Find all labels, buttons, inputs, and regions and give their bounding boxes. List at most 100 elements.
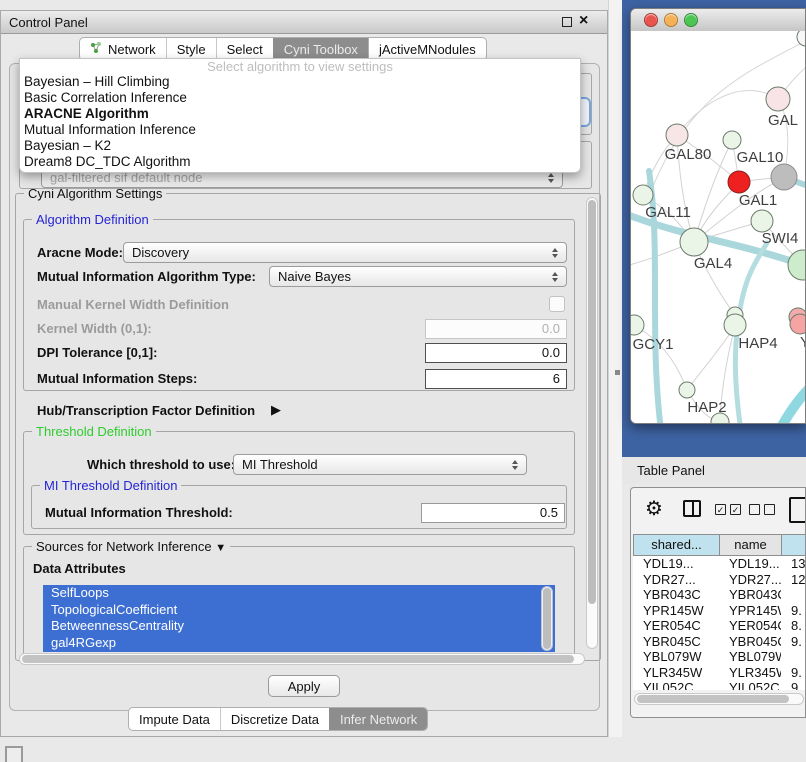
zoom-traffic-light-icon[interactable] — [684, 13, 698, 27]
minimize-traffic-light-icon[interactable] — [664, 13, 678, 27]
kernel-width-field[interactable]: 0.0 — [425, 319, 567, 339]
stepper-arrows-icon — [548, 173, 554, 183]
apply-button[interactable]: Apply — [268, 675, 340, 697]
settings-vscroll-thumb[interactable] — [588, 200, 596, 604]
tab-style[interactable]: Style — [166, 38, 216, 60]
tab-discretize-data[interactable]: Discretize Data — [220, 708, 329, 730]
close-icon[interactable]: × — [579, 12, 588, 30]
mi-threshold-field[interactable]: 0.5 — [421, 503, 565, 523]
tab-infer-network[interactable]: Infer Network — [329, 708, 427, 730]
sources-title-text: Sources for Network Inference — [36, 539, 212, 554]
mi-type-combo[interactable]: Naive Bayes — [269, 266, 567, 287]
node-label: GAL10 — [737, 149, 784, 166]
table-row[interactable]: YDL19...YDL19...13 — [633, 556, 806, 572]
tab-jactivemnodules[interactable]: jActiveMNodules — [368, 38, 486, 60]
dropdown-item[interactable]: ARACNE Algorithm — [20, 106, 580, 122]
network-node[interactable] — [631, 315, 644, 335]
algorithm-dropdown-list: Select algorithm to view settings Bayesi… — [19, 58, 581, 173]
table-cell: YLR345W — [719, 665, 781, 681]
network-node[interactable] — [666, 124, 688, 146]
node-label: GAL1 — [739, 192, 777, 209]
mi-threshold-label: Mutual Information Threshold: — [45, 505, 233, 520]
network-node[interactable] — [679, 382, 695, 398]
tab-cyni-toolbox[interactable]: Cyni Toolbox — [273, 38, 368, 60]
table-row[interactable]: YBR045CYBR045C9. — [633, 634, 806, 650]
network-canvas[interactable]: GALGAL80GAL10GAL1GAL11GAL4SWI4GCY1HAP4YH… — [631, 31, 806, 424]
dpi-tolerance-field[interactable]: 0.0 — [425, 343, 567, 363]
tab-network[interactable]: Network — [80, 38, 166, 60]
network-node[interactable] — [771, 164, 797, 190]
table-row[interactable]: YER054CYER054C8. — [633, 618, 806, 634]
attribute-item[interactable]: gal4RGexp — [43, 635, 555, 652]
attributes-scrollbar-thumb[interactable] — [543, 588, 551, 649]
tab-impute-data[interactable]: Impute Data — [129, 708, 220, 730]
network-node[interactable] — [788, 250, 806, 280]
column-header[interactable]: shared... — [634, 535, 720, 555]
network-edge[interactable] — [634, 325, 687, 390]
network-node[interactable] — [728, 171, 750, 193]
network-node[interactable] — [723, 131, 741, 149]
network-node[interactable] — [797, 31, 806, 46]
attributes-list-scrollbar[interactable] — [541, 586, 553, 651]
column-header[interactable]: name — [720, 535, 782, 555]
aracne-mode-value: Discovery — [132, 245, 546, 260]
threshold-definition-title: Threshold Definition — [32, 424, 156, 439]
table-row[interactable]: YDR27...YDR27...12 — [633, 572, 806, 588]
settings-vertical-scrollbar[interactable] — [586, 197, 598, 649]
dropdown-item[interactable]: Dream8 DC_TDC Algorithm — [20, 154, 580, 170]
attribute-item[interactable]: TopologicalCoefficient — [43, 602, 555, 619]
data-attributes-list[interactable]: SelfLoopsTopologicalCoefficientBetweenne… — [43, 585, 555, 652]
split-columns-icon[interactable] — [683, 500, 701, 517]
table-panel-header: Table Panel — [622, 457, 806, 484]
column-header[interactable] — [782, 535, 806, 555]
expand-right-icon[interactable]: ▶ — [271, 402, 281, 418]
network-node[interactable] — [633, 185, 653, 205]
table-row[interactable]: YIL052CYIL052C9 — [633, 680, 806, 690]
dropdown-item[interactable]: Basic Correlation Inference — [20, 90, 580, 106]
show-checked-columns-icon[interactable]: ✓✓ — [715, 504, 741, 515]
settings-hscroll-thumb[interactable] — [22, 655, 574, 663]
tab-label: Impute Data — [139, 712, 210, 727]
table-horizontal-scrollbar[interactable] — [634, 693, 804, 705]
float-window-icon[interactable] — [562, 17, 572, 27]
mi-threshold-group-title: MI Threshold Definition — [40, 478, 181, 493]
network-node[interactable] — [766, 87, 790, 111]
table-cell — [781, 649, 806, 665]
network-node[interactable] — [680, 228, 708, 256]
settings-horizontal-scrollbar[interactable] — [19, 653, 585, 665]
mi-steps-field[interactable]: 6 — [425, 369, 567, 389]
stepper-arrows-icon — [552, 272, 558, 282]
network-node[interactable] — [751, 210, 773, 232]
collapsed-panel-icon[interactable] — [5, 746, 23, 762]
hide-columns-icon[interactable] — [749, 504, 775, 515]
network-node[interactable] — [724, 314, 746, 336]
export-table-icon[interactable] — [789, 497, 806, 523]
dpi-tolerance-label: DPI Tolerance [0,1]: — [37, 345, 157, 360]
attribute-item[interactable]: BetweennessCentrality — [43, 618, 555, 635]
algorithm-definition-title: Algorithm Definition — [32, 212, 153, 227]
network-edge[interactable] — [677, 91, 778, 135]
table-row[interactable]: YBR043CYBR043C — [633, 587, 806, 603]
tab-select[interactable]: Select — [216, 38, 273, 60]
collapse-down-icon[interactable]: ▼ — [215, 542, 226, 554]
gear-icon[interactable]: ⚙ — [645, 496, 663, 521]
dropdown-item[interactable]: Mutual Information Inference — [20, 122, 580, 138]
table-row[interactable]: YLR345WYLR345W9. — [633, 665, 806, 681]
close-traffic-light-icon[interactable] — [644, 13, 658, 27]
table-row[interactable]: YBL079WYBL079W — [633, 649, 806, 665]
split-pane-divider[interactable] — [608, 0, 622, 737]
which-threshold-combo[interactable]: MI Threshold — [233, 454, 527, 475]
table-hscroll-thumb[interactable] — [637, 695, 789, 703]
divider-grip-icon[interactable] — [615, 370, 620, 375]
hub-definition-label: Hub/Transcription Factor Definition — [37, 403, 255, 418]
manual-kernel-checkbox[interactable] — [549, 296, 565, 312]
table-row[interactable]: YPR145WYPR145W9. — [633, 603, 806, 619]
aracne-mode-combo[interactable]: Discovery — [123, 242, 567, 263]
table-cell: YIL052C — [719, 680, 781, 690]
table-body: YDL19...YDL19...13YDR27...YDR27...12YBR0… — [633, 556, 806, 690]
dropdown-item[interactable]: Bayesian – K2 — [20, 138, 580, 154]
dropdown-item[interactable]: Bayesian – Hill Climbing — [20, 74, 580, 90]
network-node[interactable] — [790, 314, 806, 334]
attribute-item[interactable]: SelfLoops — [43, 585, 555, 602]
network-edge[interactable] — [779, 381, 806, 424]
